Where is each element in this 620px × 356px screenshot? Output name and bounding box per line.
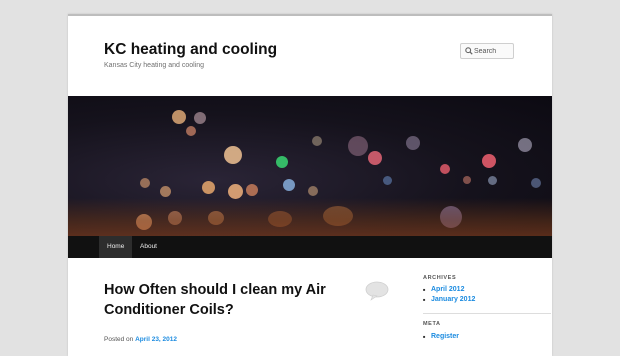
search-icon — [465, 47, 473, 55]
search-box[interactable] — [460, 43, 514, 59]
meta-widget-title: META — [423, 321, 441, 327]
meta-list: Register — [423, 332, 459, 342]
archive-link-january-2012[interactable]: January 2012 — [431, 296, 475, 303]
widget-divider — [423, 313, 551, 314]
post-meta: Posted on April 23, 2012 — [104, 336, 177, 343]
list-item: January 2012 — [423, 295, 475, 305]
list-item: Register — [423, 332, 459, 342]
archives-widget-title: ARCHIVES — [423, 275, 457, 281]
header-banner-image — [68, 96, 552, 236]
list-item: April 2012 — [423, 285, 475, 295]
post-date-link[interactable]: April 23, 2012 — [135, 336, 177, 343]
post-title[interactable]: How Often should I clean my Air Conditio… — [104, 280, 344, 320]
archives-list: April 2012 January 2012 — [423, 285, 475, 305]
page-container: KC heating and cooling Kansas City heati… — [68, 14, 552, 356]
nav-item-home[interactable]: Home — [99, 236, 133, 258]
register-link[interactable]: Register — [431, 333, 459, 340]
site-description: Kansas City heating and cooling — [104, 62, 205, 69]
search-input[interactable] — [474, 44, 512, 58]
posted-on-label: Posted on — [104, 336, 134, 343]
archive-link-april-2012[interactable]: April 2012 — [431, 286, 464, 293]
nav-item-about[interactable]: About — [132, 236, 165, 258]
comment-bubble-icon[interactable] — [365, 281, 389, 301]
site-title[interactable]: KC heating and cooling — [104, 41, 277, 59]
main-navigation: Home About — [68, 236, 552, 258]
